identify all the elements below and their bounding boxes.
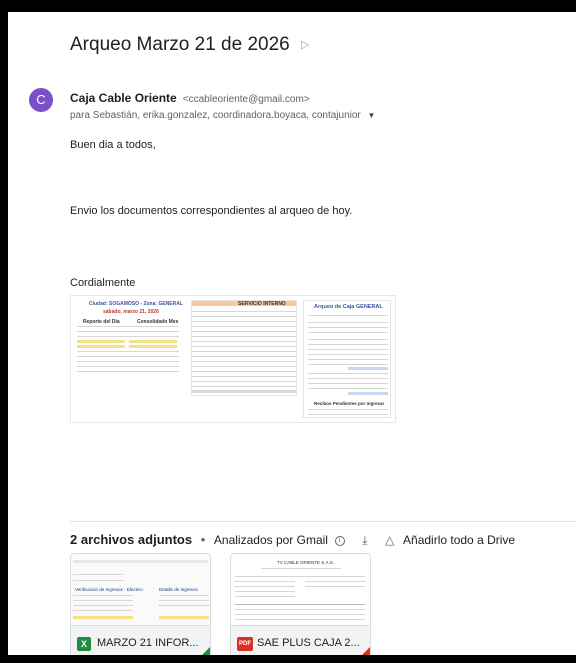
sheet3-title: Arqueo de Caja GENERAL [314, 304, 383, 310]
attachment-card-xlsx[interactable]: Verificación de Ingresos - Efectivo Deta… [70, 553, 211, 655]
attachment-preview: Verificación de Ingresos - Efectivo Deta… [71, 554, 210, 627]
corner-fold-icon [196, 647, 210, 655]
attachment-footer: PDF SAE PLUS CAJA 2... [231, 625, 370, 655]
body-text: Envio los documentos correspondientes al… [70, 205, 353, 217]
attachments-bar: 2 archivos adjuntos • Analizados por Gma… [70, 532, 515, 548]
subject-text: Arqueo Marzo 21 de 2026 [70, 34, 290, 55]
attachment-filename: SAE PLUS CAJA 2... [257, 637, 360, 649]
preview-label-2: Detalle de Ingresos [159, 587, 198, 592]
chevron-down-icon[interactable]: ▼ [368, 111, 376, 120]
download-all-icon[interactable]: ⤓ [362, 533, 367, 547]
attachment-footer: X MARZO 21 INFOR... [71, 625, 210, 655]
sender-name[interactable]: Caja Cable Oriente [70, 91, 177, 105]
attachment-preview: TV CABLE ORIENTE S.A.S. [231, 554, 370, 627]
sheet1-left-header: Reporte del Día [83, 319, 120, 325]
preview-label-1: Verificación de Ingresos - Efectivo [75, 587, 143, 592]
sheet1-title: Ciudad: SOGAMOSO - Zona: GENERAL [89, 301, 183, 307]
recipients-text: para Sebastián, erika.gonzalez, coordina… [70, 110, 361, 121]
preview-label-1: TV CABLE ORIENTE S.A.S. [277, 560, 335, 565]
info-icon[interactable]: i [334, 535, 345, 546]
closing-text: Cordialmente [70, 277, 136, 289]
scan-label: Analizados por Gmail [213, 533, 328, 547]
inline-image[interactable]: Ciudad: SOGAMOSO - Zona: GENERAL sábado,… [70, 295, 396, 423]
drive-add-icon[interactable]: △ [385, 533, 394, 547]
greeting-text: Buen dia a todos, [70, 139, 156, 151]
sender-email: <ccableoriente@gmail.com> [182, 94, 310, 105]
attachment-filename: MARZO 21 INFOR... [97, 637, 199, 649]
corner-fold-icon [356, 647, 370, 655]
separator-dot: • [200, 532, 206, 547]
label-arrow-icon[interactable]: ▷ [301, 39, 309, 51]
pdf-file-icon: PDF [237, 637, 253, 651]
sender-line: Caja Cable Oriente <ccableoriente@gmail.… [70, 91, 310, 105]
add-to-drive-button[interactable]: Añadirlo todo a Drive [403, 533, 515, 547]
recipients-line[interactable]: para Sebastián, erika.gonzalez, coordina… [70, 110, 375, 121]
inline-sheet-3: Arqueo de Caja GENERAL Recibos Pendiente… [303, 300, 391, 418]
excel-file-icon: X [77, 637, 91, 651]
email-subject: Arqueo Marzo 21 de 2026 ▷ [70, 34, 309, 56]
attachments-count: 2 archivos adjuntos [70, 532, 193, 547]
divider [70, 521, 576, 522]
sheet1-date: sábado, marzo 21, 2026 [103, 309, 159, 315]
sheet3-footer: Recibos Pendientes por Ingresar [314, 401, 385, 406]
inline-sheet-1: Ciudad: SOGAMOSO - Zona: GENERAL sábado,… [75, 300, 183, 395]
sender-avatar[interactable]: C [29, 88, 53, 112]
email-view: Arqueo Marzo 21 de 2026 ▷ C Caja Cable O… [8, 12, 576, 655]
inline-sheet-2: SERVICIO INTERNO [191, 300, 297, 396]
sheet2-header: SERVICIO INTERNO [238, 301, 286, 307]
attachment-card-pdf[interactable]: TV CABLE ORIENTE S.A.S. PDF SAE PLUS CAJ… [230, 553, 371, 655]
sheet1-right-header: Consolidado Mes [137, 319, 179, 325]
